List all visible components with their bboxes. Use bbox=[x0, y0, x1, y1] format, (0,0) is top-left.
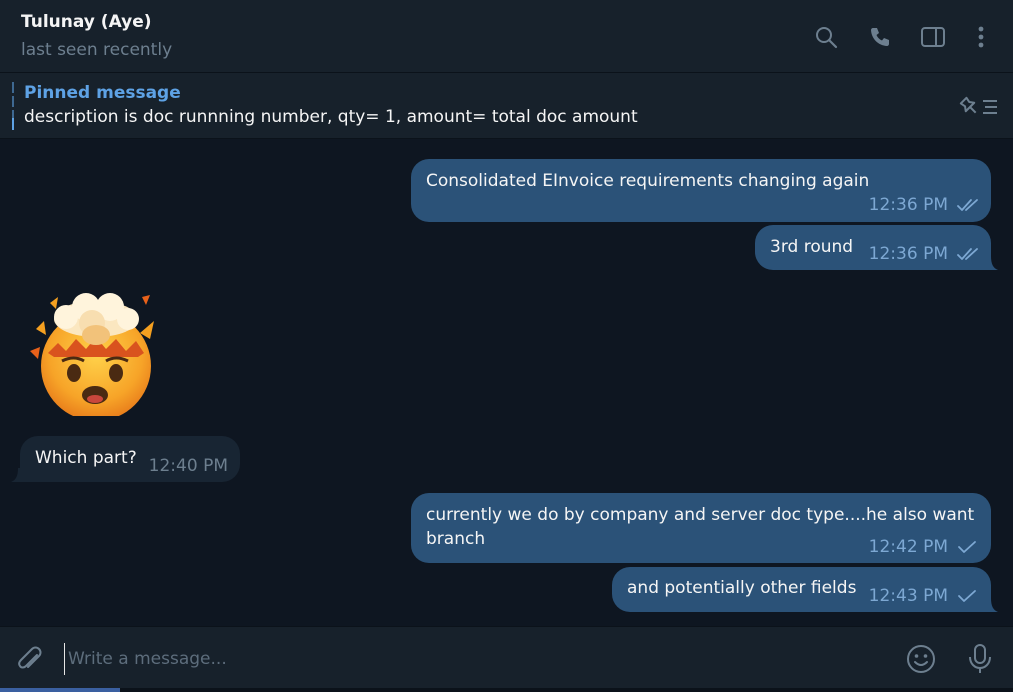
message-bubble-incoming[interactable]: Which part? 12:40 PM bbox=[20, 436, 240, 482]
message-meta: 12:42 PM bbox=[869, 537, 977, 557]
check-icon bbox=[957, 589, 977, 603]
message-composer bbox=[0, 626, 1013, 692]
message-bubble-outgoing[interactable]: Consolidated EInvoice requirements chang… bbox=[411, 159, 991, 222]
message-text: Consolidated EInvoice requirements chang… bbox=[426, 171, 870, 191]
bubble-tail bbox=[11, 468, 24, 482]
message-meta: 12:36 PM bbox=[869, 244, 981, 264]
message-text-line-2: branch bbox=[426, 529, 486, 549]
search-icon[interactable] bbox=[811, 22, 841, 52]
pinned-title: Pinned message bbox=[24, 83, 181, 103]
message-text: and potentially other fields bbox=[627, 578, 857, 598]
pinned-message-bar[interactable]: Pinned message description is doc runnni… bbox=[0, 73, 1013, 139]
message-meta: 12:40 PM bbox=[149, 456, 228, 476]
paperclip-icon[interactable] bbox=[12, 642, 48, 678]
microphone-icon[interactable] bbox=[962, 641, 998, 677]
double-check-icon bbox=[957, 247, 981, 261]
message-text: Which part? bbox=[35, 448, 137, 468]
contact-name[interactable]: Tulunay (Aye) bbox=[21, 12, 152, 32]
double-check-icon bbox=[957, 198, 981, 212]
phone-icon[interactable] bbox=[865, 22, 895, 52]
message-text-line-1: currently we do by company and server do… bbox=[426, 505, 975, 525]
message-bubble-outgoing[interactable]: currently we do by company and server do… bbox=[411, 493, 991, 563]
emoji-icon[interactable] bbox=[903, 641, 939, 677]
message-time: 12:36 PM bbox=[868, 195, 948, 215]
message-time: 12:40 PM bbox=[148, 456, 228, 476]
check-icon bbox=[957, 540, 977, 554]
window-bottom-edge bbox=[0, 688, 1013, 692]
message-input[interactable] bbox=[64, 643, 870, 675]
pinned-indicator-active bbox=[12, 118, 14, 130]
message-list[interactable]: Consolidated EInvoice requirements chang… bbox=[0, 139, 1013, 625]
message-bubble-outgoing[interactable]: and potentially other fields 12:43 PM bbox=[612, 567, 991, 612]
chat-header: Tulunay (Aye) last seen recently bbox=[0, 0, 1013, 73]
message-meta: 12:43 PM bbox=[869, 586, 977, 606]
contact-status: last seen recently bbox=[21, 40, 173, 60]
message-text: 3rd round bbox=[770, 237, 854, 257]
message-bubble-outgoing[interactable]: 3rd round 12:36 PM bbox=[755, 225, 991, 270]
exploding-head-sticker[interactable] bbox=[30, 291, 160, 421]
message-time: 12:36 PM bbox=[868, 244, 948, 264]
sidebar-toggle-icon[interactable] bbox=[918, 22, 948, 52]
message-time: 12:43 PM bbox=[868, 586, 948, 606]
more-vertical-icon[interactable] bbox=[966, 22, 996, 52]
message-meta: 12:36 PM bbox=[869, 195, 981, 215]
message-time: 12:42 PM bbox=[868, 537, 948, 557]
pinned-list-icon[interactable] bbox=[958, 93, 1000, 121]
taskbar-accent bbox=[0, 688, 120, 692]
bubble-tail bbox=[985, 256, 998, 270]
pinned-text: description is doc runnning number, qty=… bbox=[24, 107, 638, 127]
bubble-tail bbox=[985, 598, 998, 612]
